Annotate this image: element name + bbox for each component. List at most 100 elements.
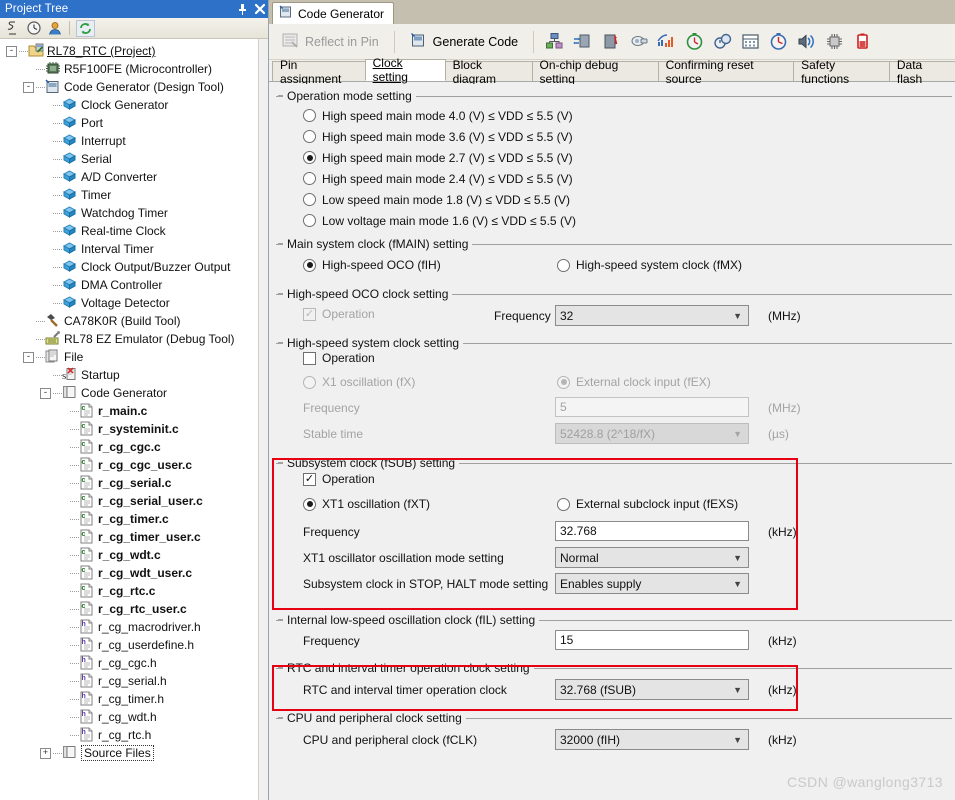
tree-item[interactable]: h r_cg_wdt.h	[0, 708, 258, 726]
hs-system-operation-checkbox[interactable]: Operation	[303, 351, 375, 365]
tree-collapse-toggle[interactable]: -	[23, 351, 34, 363]
subsystem-operation-checkbox[interactable]: ✓ Operation	[303, 472, 375, 486]
clock-icon[interactable]	[25, 20, 42, 37]
cpu-peripheral-clock-combo[interactable]: 32000 (fIH) ▼	[555, 729, 749, 750]
property-icon[interactable]	[4, 20, 21, 37]
tree-item[interactable]: DMA Controller	[0, 276, 258, 294]
tree-item[interactable]: + Source Files	[0, 744, 258, 762]
operation-mode-option-0[interactable]: High speed main mode 4.0 (V) ≤ VDD ≤ 5.5…	[303, 105, 576, 126]
operation-mode-option-4[interactable]: Low speed main mode 1.8 (V) ≤ VDD ≤ 5.5 …	[303, 189, 576, 210]
subsystem-frequency-input[interactable]: 32.768	[555, 521, 749, 541]
clock-setting-tabbar[interactable]: Pin assignment Clock setting Block diagram…	[269, 56, 955, 86]
stop-halt-mode-combo[interactable]: Enables supply ▼	[555, 573, 749, 594]
radio-external-subclock-input[interactable]: External subclock input (fEXS)	[557, 497, 738, 511]
tree-item[interactable]: Port	[0, 114, 258, 132]
tree-item[interactable]: CA78K0R (Build Tool)	[0, 312, 258, 330]
tab-data-flash[interactable]: Data flash	[888, 58, 955, 86]
tree-item[interactable]: h r_cg_macrodriver.h	[0, 618, 258, 636]
tree-item[interactable]: c r_cg_wdt.c	[0, 546, 258, 564]
tab-safety-functions[interactable]: Safety functions	[793, 58, 890, 86]
low-speed-frequency-input[interactable]: 15	[555, 630, 749, 650]
watchdog-icon[interactable]	[683, 31, 705, 53]
tree-item[interactable]: h r_cg_userdefine.h	[0, 636, 258, 654]
tree-item[interactable]: A/D Converter	[0, 168, 258, 186]
operation-mode-option-2[interactable]: High speed main mode 2.7 (V) ≤ VDD ≤ 5.5…	[303, 147, 576, 168]
tree-item[interactable]: h r_cg_serial.h	[0, 672, 258, 690]
tree-item[interactable]: Interrupt	[0, 132, 258, 150]
radio-high-speed-system-clock[interactable]: High-speed system clock (fMX)	[557, 258, 742, 272]
tree-item[interactable]: Real-time Clock	[0, 222, 258, 240]
tree-collapse-toggle[interactable]: -	[23, 81, 34, 93]
pin-icon[interactable]	[234, 0, 251, 18]
interval-timer-icon[interactable]	[739, 31, 761, 53]
tree-item[interactable]: Watchdog Timer	[0, 204, 258, 222]
hs-oco-frequency-combo[interactable]: 32 ▼	[555, 305, 749, 326]
operation-mode-option-3[interactable]: High speed main mode 2.4 (V) ≤ VDD ≤ 5.5…	[303, 168, 576, 189]
tree-item[interactable]: - File	[0, 348, 258, 366]
tree-item[interactable]: c r_cg_serial_user.c	[0, 492, 258, 510]
tree-item[interactable]: c r_cg_wdt_user.c	[0, 564, 258, 582]
radio-external-clock-input[interactable]: External clock input (fEX)	[557, 375, 711, 389]
hs-oco-operation-checkbox[interactable]: ✓ Operation	[303, 307, 375, 321]
tree-item[interactable]: s Startup	[0, 366, 258, 384]
interrupt-icon[interactable]	[571, 31, 593, 53]
project-tree-list[interactable]: - RL78_RTC (Project) R5F100FE (Microcontro…	[0, 39, 258, 800]
radio-high-speed-oco[interactable]: High-speed OCO (fIH)	[303, 258, 441, 272]
timer-icon[interactable]	[655, 31, 677, 53]
tree-item[interactable]: Interval Timer	[0, 240, 258, 258]
tree-item[interactable]: RL78 EZ Emulator (Debug Tool)	[0, 330, 258, 348]
buzzer-icon[interactable]	[795, 31, 817, 53]
tree-item[interactable]: c r_cg_cgc_user.c	[0, 456, 258, 474]
ad-converter-icon[interactable]	[627, 31, 649, 53]
tree-item[interactable]: h r_cg_cgc.h	[0, 654, 258, 672]
hs-system-frequency-input[interactable]: 5	[555, 397, 749, 417]
tree-item[interactable]: - Code Generator (Design Tool)	[0, 78, 258, 96]
tree-item[interactable]: c r_cg_serial.c	[0, 474, 258, 492]
reflect-in-pin-button[interactable]: Reflect in Pin	[275, 29, 385, 54]
tree-item[interactable]: Clock Output/Buzzer Output	[0, 258, 258, 276]
user-icon[interactable]	[46, 20, 63, 37]
tree-item[interactable]: c r_cg_rtc_user.c	[0, 600, 258, 618]
serial-icon[interactable]	[599, 31, 621, 53]
tree-collapse-toggle[interactable]: -	[6, 45, 17, 57]
tree-item[interactable]: Timer	[0, 186, 258, 204]
tree-expand-toggle[interactable]: +	[40, 747, 51, 759]
refresh-icon[interactable]	[76, 19, 95, 37]
xt1-osc-mode-combo[interactable]: Normal ▼	[555, 547, 749, 568]
tree-item[interactable]: h r_cg_timer.h	[0, 690, 258, 708]
tab-pin-assignment[interactable]: Pin assignment	[272, 58, 366, 86]
dma-icon[interactable]	[823, 31, 845, 53]
tree-item[interactable]: h r_cg_rtc.h	[0, 726, 258, 744]
realtime-clock-icon[interactable]	[711, 31, 733, 53]
radio-x1-oscillation[interactable]: X1 oscillation (fX)	[303, 375, 415, 389]
tree-collapse-toggle[interactable]: -	[40, 387, 51, 399]
tree-item[interactable]: - RL78_RTC (Project)	[0, 42, 258, 60]
tree-item[interactable]: c r_cg_timer_user.c	[0, 528, 258, 546]
tab-code-generator[interactable]: Code Generator	[272, 2, 395, 24]
tree-item[interactable]: c r_main.c	[0, 402, 258, 420]
tree-item[interactable]: Clock Generator	[0, 96, 258, 114]
tree-item[interactable]: c r_cg_cgc.c	[0, 438, 258, 456]
tree-item[interactable]: - Code Generator	[0, 384, 258, 402]
operation-mode-option-5[interactable]: Low voltage main mode 1.6 (V) ≤ VDD ≤ 5.…	[303, 210, 576, 231]
tree-item[interactable]: Serial	[0, 150, 258, 168]
tree-item[interactable]: Voltage Detector	[0, 294, 258, 312]
rtc-interval-clock-combo[interactable]: 32.768 (fSUB) ▼	[555, 679, 749, 700]
tab-confirming-reset-source[interactable]: Confirming reset source	[657, 58, 795, 86]
tab-on-chip-debug-setting[interactable]: On-chip debug setting	[531, 58, 659, 86]
tab-clock-setting[interactable]: Clock setting	[364, 56, 446, 84]
voltage-detector-icon[interactable]	[851, 31, 873, 53]
tree-item[interactable]: R5F100FE (Microcontroller)	[0, 60, 258, 78]
tree-item[interactable]: c r_cg_rtc.c	[0, 582, 258, 600]
project-tree-scrollbar[interactable]	[258, 39, 268, 800]
radio-xt1-oscillation[interactable]: XT1 oscillation (fXT)	[303, 497, 430, 511]
operation-mode-option-1[interactable]: High speed main mode 3.6 (V) ≤ VDD ≤ 5.5…	[303, 126, 576, 147]
port-icon[interactable]	[543, 31, 565, 53]
clock-output-icon[interactable]	[767, 31, 789, 53]
tree-item[interactable]: c r_cg_timer.c	[0, 510, 258, 528]
tab-block-diagram[interactable]: Block diagram	[444, 58, 533, 86]
generate-code-button[interactable]: Generate Code	[404, 30, 524, 54]
hs-system-stable-time-combo[interactable]: 52428.8 (2^18/fX) ▼	[555, 423, 749, 444]
tree-item[interactable]: c r_systeminit.c	[0, 420, 258, 438]
close-icon[interactable]	[251, 0, 268, 18]
